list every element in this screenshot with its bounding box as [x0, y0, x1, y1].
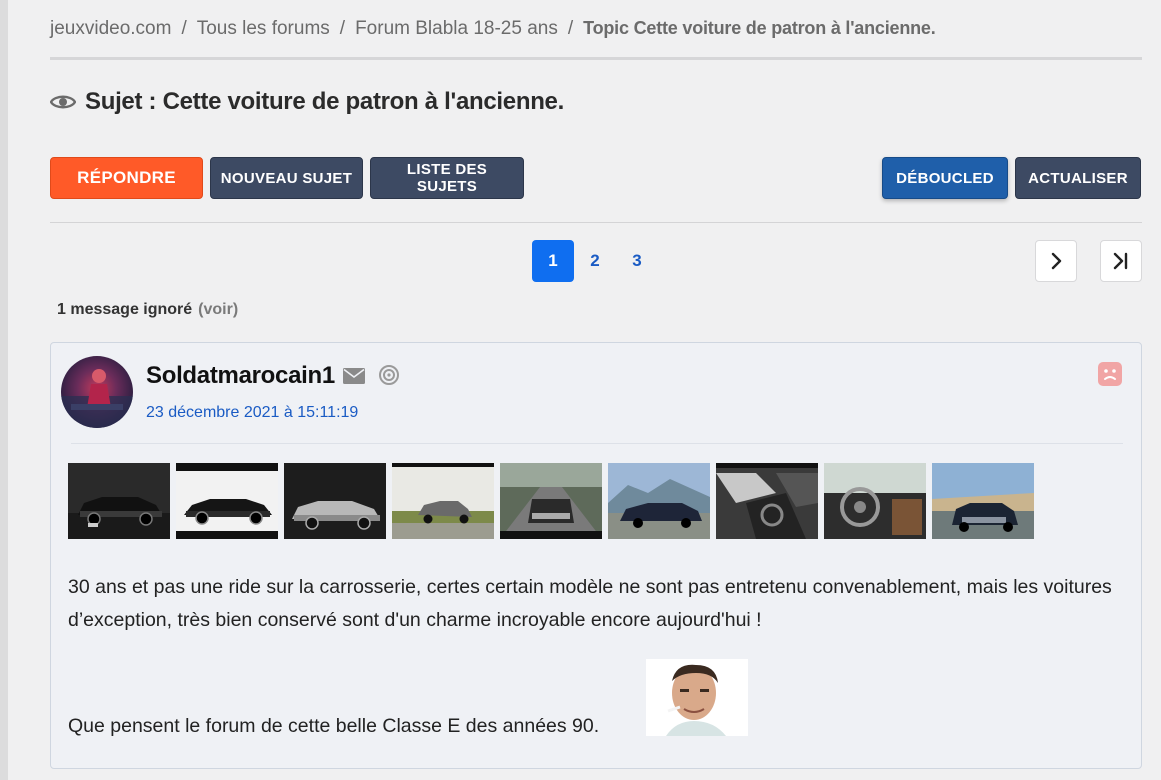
topic-list-button[interactable]: LISTE DES SUJETS [370, 157, 524, 199]
last-page-icon [1113, 252, 1128, 270]
refresh-button[interactable]: ACTUALISER [1015, 157, 1141, 199]
sticker-image[interactable] [646, 659, 748, 736]
show-ignored-link[interactable]: (voir) [198, 301, 238, 318]
car-thumbnail[interactable] [500, 463, 602, 539]
report-icon[interactable] [1098, 362, 1122, 386]
author-name[interactable]: Soldatmarocain1 [146, 362, 335, 390]
page-1-button[interactable]: 1 [532, 240, 574, 282]
car-thumbnail[interactable] [68, 463, 170, 539]
car-thumbnail[interactable] [284, 463, 386, 539]
new-topic-button[interactable]: NOUVEAU SUJET [210, 157, 363, 199]
last-page-button[interactable] [1100, 240, 1142, 282]
spiral-icon[interactable] [378, 364, 400, 386]
car-thumbnail[interactable] [932, 463, 1034, 539]
chevron-right-icon [1051, 252, 1062, 270]
page-3-button[interactable]: 3 [616, 240, 658, 282]
breadcrumb-separator: / [181, 17, 187, 39]
eye-icon [50, 92, 76, 112]
toolbar: RÉPONDRE NOUVEAU SUJET LISTE DES SUJETS … [50, 157, 1142, 199]
page-2-button[interactable]: 2 [574, 240, 616, 282]
post-date[interactable]: 23 décembre 2021 à 15:11:19 [146, 404, 358, 422]
car-thumbnail[interactable] [824, 463, 926, 539]
debouc-button[interactable]: DÉBOUCLED [882, 157, 1008, 199]
mail-icon[interactable] [343, 368, 365, 384]
forum-post: Soldatmarocain1 23 décembre 2021 à 15:11… [50, 342, 1142, 769]
car-thumbnail[interactable] [716, 463, 818, 539]
post-body: 30 ans et pas une ride sur la carrosseri… [68, 576, 1112, 631]
breadcrumb: jeuxvideo.com / Tous les forums / Forum … [50, 0, 1142, 60]
car-thumbnail[interactable] [176, 463, 278, 539]
breadcrumb-all-forums[interactable]: Tous les forums [197, 18, 330, 40]
ignored-messages: 1 message ignoré (voir) [57, 301, 238, 319]
breadcrumb-separator: / [567, 17, 574, 39]
reply-button[interactable]: RÉPONDRE [50, 157, 203, 199]
pagination: 1 2 3 [50, 240, 1142, 282]
breadcrumb-home[interactable]: jeuxvideo.com [50, 18, 171, 40]
page-content: jeuxvideo.com / Tous les forums / Forum … [50, 0, 1142, 769]
post-divider [71, 443, 1123, 444]
avatar[interactable] [61, 356, 133, 428]
ignored-count: 1 message ignoré [57, 301, 193, 318]
page-title: Sujet : Cette voiture de patron à l'anci… [85, 88, 564, 115]
topic-title-row: Sujet : Cette voiture de patron à l'anci… [50, 88, 564, 116]
breadcrumb-separator: / [339, 17, 346, 39]
next-page-button[interactable] [1035, 240, 1077, 282]
breadcrumb-forum[interactable]: Forum Blabla 18-25 ans [355, 18, 558, 40]
car-thumbnail[interactable] [608, 463, 710, 539]
car-thumbnail[interactable] [392, 463, 494, 539]
left-border [0, 0, 8, 780]
breadcrumb-current: Topic Cette voiture de patron à l'ancien… [583, 18, 936, 38]
image-thumbnails [68, 463, 1040, 539]
post-body-question: Que pensent le forum de cette belle Clas… [68, 715, 600, 737]
divider [50, 222, 1142, 223]
